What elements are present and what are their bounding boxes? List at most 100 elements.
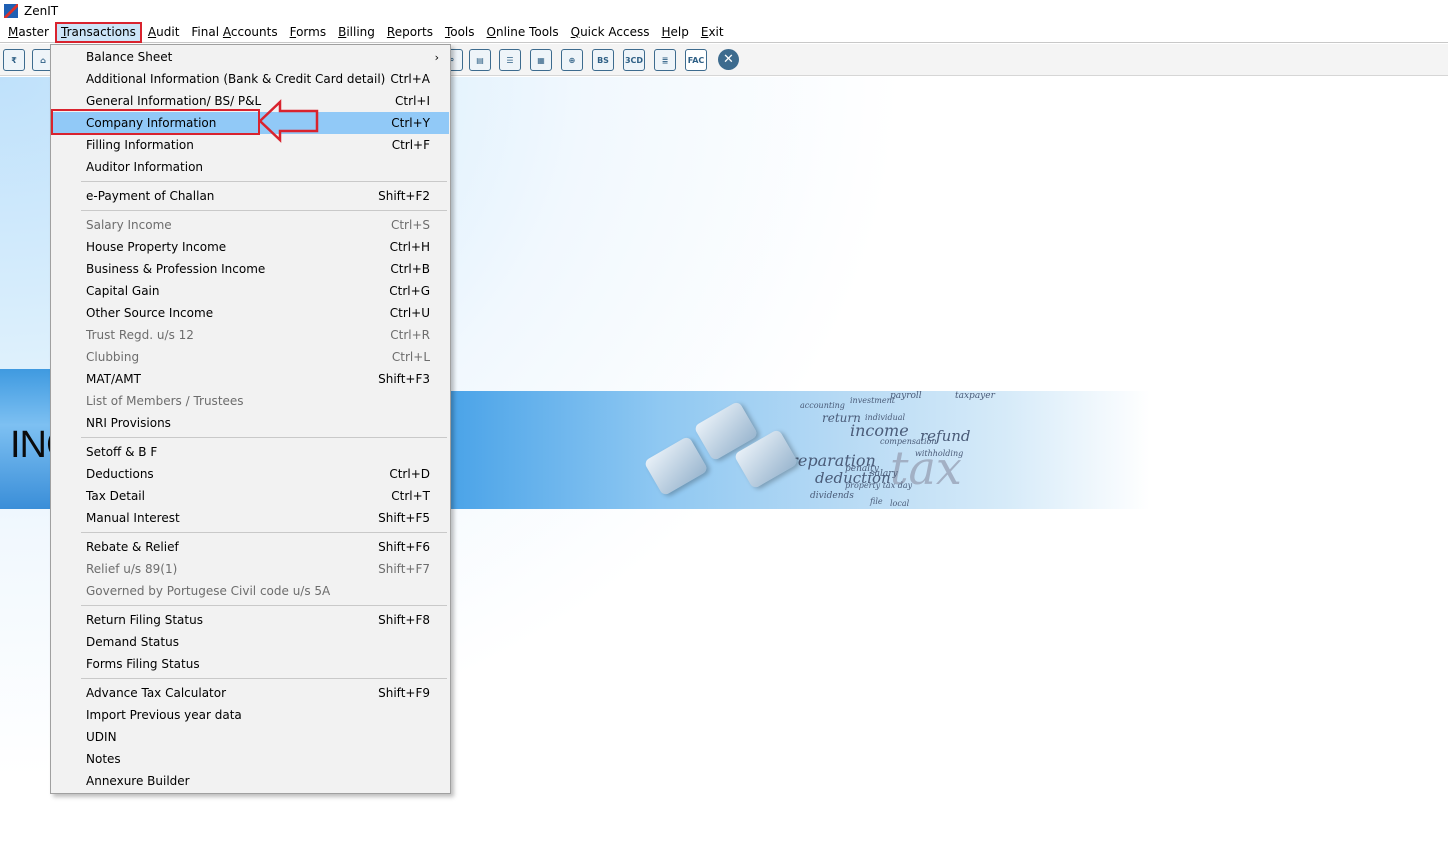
menu-item-shortcut: Ctrl+L (391, 350, 430, 364)
menu-item-label: Salary Income (86, 218, 172, 232)
menu-item-shortcut: Ctrl+I (395, 94, 430, 108)
menu-item-label: Trust Regd. u/s 12 (86, 328, 194, 342)
user-doc-icon[interactable]: ☰ (499, 49, 521, 71)
menu-item-rebate-relief[interactable]: Rebate & Relief Shift+F6 (52, 536, 449, 558)
menu-separator (81, 437, 447, 438)
menu-mnemonic: A (147, 24, 157, 39)
menu-item-salary-income: Salary Income Ctrl+S (52, 214, 449, 236)
menu-label-rest: Final (191, 24, 223, 39)
menu-item-notes[interactable]: Notes (52, 748, 449, 770)
fac-icon[interactable]: FAC (685, 49, 707, 71)
menu-item-capital-gain[interactable]: Capital Gain Ctrl+G (52, 280, 449, 302)
close-icon[interactable]: ✕ (718, 49, 739, 70)
menu-item-label: Relief u/s 89(1) (86, 562, 178, 576)
annotation-arrow-icon (258, 99, 319, 143)
menu-item-label: Import Previous year data (86, 708, 242, 722)
calendar-icon[interactable]: ▦ (530, 49, 552, 71)
menu-item-udin[interactable]: UDIN (52, 726, 449, 748)
menu-item-demand-status[interactable]: Demand Status (52, 631, 449, 653)
menu-item-shortcut: Ctrl+Y (391, 116, 430, 130)
menu-item-nri-provisions[interactable]: NRI Provisions (52, 412, 449, 434)
3cd-icon[interactable]: 3CD (623, 49, 645, 71)
menu-item-label: Auditor Information (86, 160, 204, 174)
menu-item-deductions[interactable]: Deductions Ctrl+D (52, 463, 449, 485)
menu-item-label: List of Members / Trustees (86, 394, 244, 408)
banner-word: compensation (880, 437, 937, 446)
menu-item-label: Notes (86, 752, 121, 766)
menu-mnemonic: H (661, 24, 671, 39)
3cd-icon-label: 3CD (624, 55, 644, 65)
banner-tax-image: preparation deduction income refund tax retur… (450, 391, 1150, 509)
menu-item-e-payment-of-challan[interactable]: e-Payment of Challan Shift+F2 (52, 185, 449, 207)
menu-item-label: Clubbing (86, 350, 140, 364)
menu-item-setoff-b-f[interactable]: Setoff & B F (52, 441, 449, 463)
menu-tools[interactable]: Tools (439, 22, 481, 43)
menu-item-label: General Information/ BS/ P&L (86, 94, 262, 108)
menu-item-house-property-income[interactable]: House Property Income Ctrl+H (52, 236, 449, 258)
menu-item-label: Advance Tax Calculator (86, 686, 227, 700)
bs-icon[interactable]: BS (592, 49, 614, 71)
menu-item-trust-regd-u-s-12: Trust Regd. u/s 12 Ctrl+R (52, 324, 449, 346)
menu-item-shortcut: Ctrl+A (390, 72, 430, 86)
menu-item-other-source-income[interactable]: Other Source Income Ctrl+U (52, 302, 449, 324)
banner-word: taxpayer (955, 391, 995, 401)
bs-icon-label: BS (597, 55, 609, 65)
menu-online-tools[interactable]: Online Tools (481, 22, 565, 43)
menu-item-import-previous-year-data[interactable]: Import Previous year data (52, 704, 449, 726)
menu-transactions[interactable]: Transactions (55, 21, 142, 43)
menu-item-business-profession-income[interactable]: Business & Profession Income Ctrl+B (52, 258, 449, 280)
folder-add-icon[interactable]: ⊕ (561, 49, 583, 71)
menu-quick-access[interactable]: Quick Access (565, 22, 656, 43)
banner-word: property tax day (845, 481, 913, 490)
menu-item-filling-information[interactable]: Filling Information Ctrl+F (52, 134, 449, 156)
menu-mnemonic: O (486, 24, 496, 39)
report-icon[interactable]: ▤ (469, 49, 491, 71)
menu-item-tax-detail[interactable]: Tax Detail Ctrl+T (52, 485, 449, 507)
chevron-right-icon: › (434, 50, 439, 64)
menu-label-rest: elp (670, 24, 689, 39)
menu-separator (81, 210, 447, 211)
app-logo-icon (4, 4, 18, 18)
menu-final-accounts[interactable]: Final Accounts (185, 22, 283, 43)
menu-item-shortcut: Ctrl+G (389, 284, 430, 298)
ledger-icon[interactable]: ≣ (654, 49, 676, 71)
menu-item-clubbing: Clubbing Ctrl+L (52, 346, 449, 368)
menu-item-forms-filing-status[interactable]: Forms Filing Status (52, 653, 449, 675)
menu-item-manual-interest[interactable]: Manual Interest Shift+F5 (52, 507, 449, 529)
menu-master[interactable]: Master (2, 22, 55, 43)
menu-item-label: Other Source Income (86, 306, 214, 320)
menu-forms[interactable]: Forms (284, 22, 333, 43)
menu-item-shortcut: Ctrl+D (389, 467, 430, 481)
menu-item-additional-information-bank-credit-card-detail[interactable]: Additional Information (Bank & Credit Ca… (52, 68, 449, 90)
banner-word: local (890, 499, 910, 508)
menu-item-label: Rebate & Relief (86, 540, 179, 554)
menu-item-label: Business & Profession Income (86, 262, 266, 276)
menu-item-label: Balance Sheet (86, 50, 173, 64)
menu-item-balance-sheet[interactable]: Balance Sheet › (52, 46, 449, 68)
menu-item-mat-amt[interactable]: MAT/AMT Shift+F3 (52, 368, 449, 390)
menu-exit[interactable]: Exit (695, 22, 730, 43)
menu-item-auditor-information[interactable]: Auditor Information (52, 156, 449, 178)
banner-word: accounting (800, 401, 845, 410)
menu-reports[interactable]: Reports (381, 22, 439, 43)
menu-item-annexure-builder[interactable]: Annexure Builder (52, 770, 449, 792)
menu-audit[interactable]: Audit (142, 22, 185, 43)
menu-item-shortcut: Ctrl+R (390, 328, 430, 342)
menu-billing[interactable]: Billing (332, 22, 381, 43)
banner-word: salary (870, 469, 898, 479)
menu-label-rest: ools (450, 24, 475, 39)
menu-item-shortcut: Ctrl+T (391, 489, 430, 503)
menu-item-label: UDIN (86, 730, 117, 744)
rupee-icon[interactable]: ₹ (3, 49, 25, 71)
window-title: ZenIT (24, 4, 59, 18)
menu-item-shortcut: Shift+F6 (378, 540, 430, 554)
menu-item-advance-tax-calculator[interactable]: Advance Tax Calculator Shift+F9 (52, 682, 449, 704)
menu-separator (81, 532, 447, 533)
menu-help[interactable]: Help (655, 22, 694, 43)
menu-mnemonic: Q (570, 24, 581, 39)
menu-item-return-filing-status[interactable]: Return Filing Status Shift+F8 (52, 609, 449, 631)
menu-separator (81, 181, 447, 182)
menu-item-list-of-members-trustees: List of Members / Trustees (52, 390, 449, 412)
title-bar: ZenIT (0, 0, 1448, 22)
menu-label-rest: illing (346, 24, 375, 39)
